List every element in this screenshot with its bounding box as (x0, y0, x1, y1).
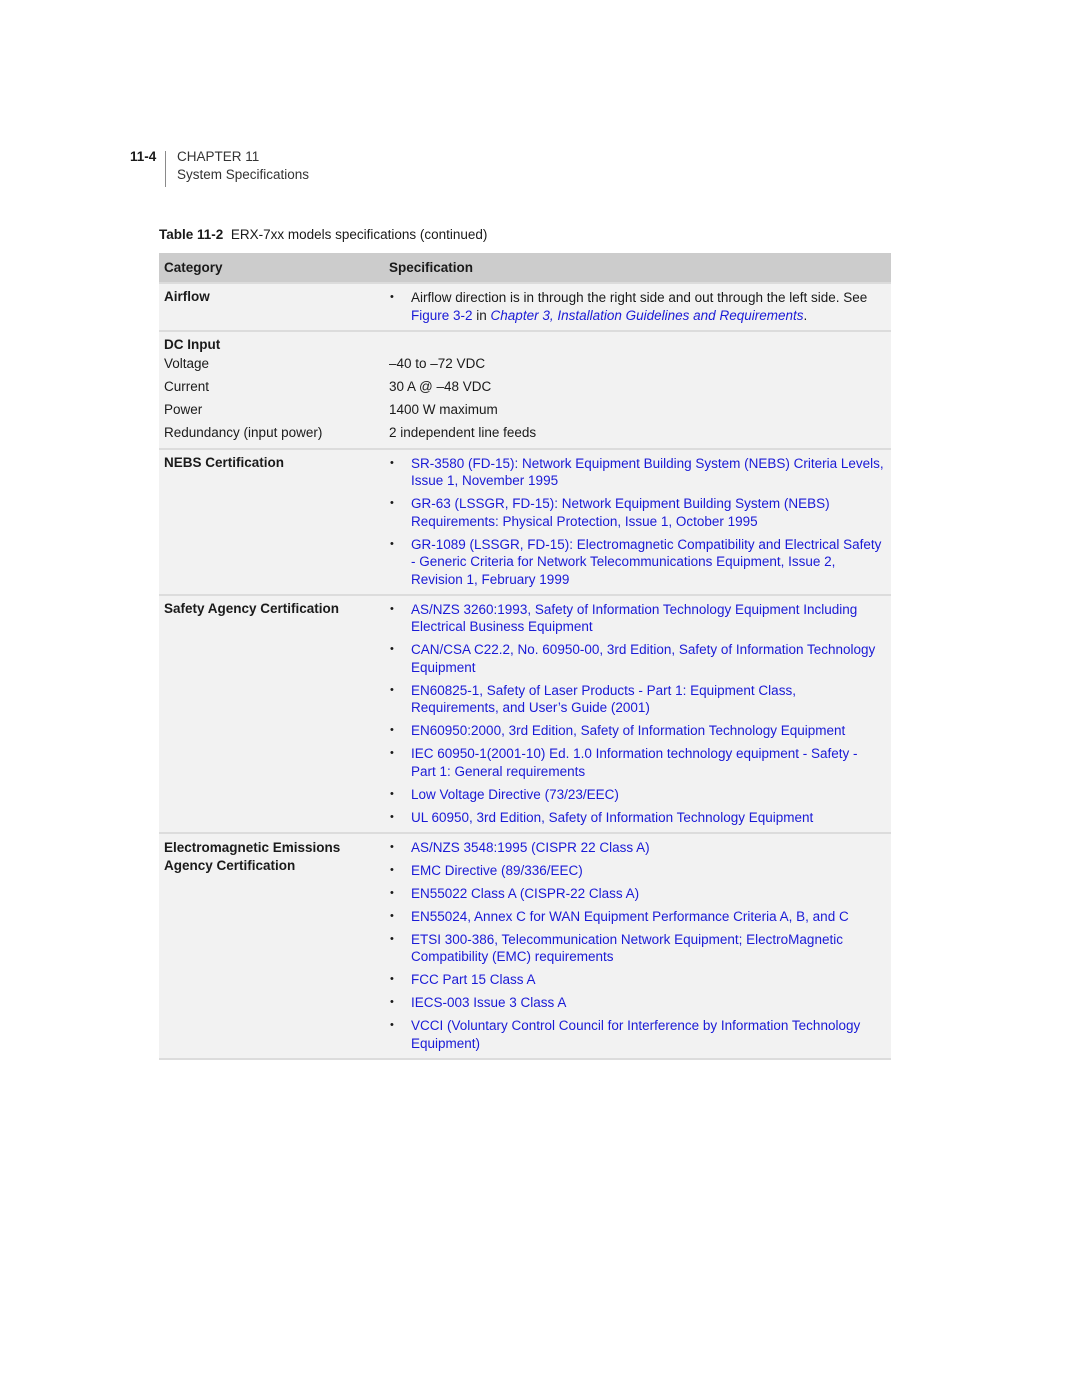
header-divider (165, 151, 166, 187)
list-item[interactable]: SR-3580 (FD-15): Network Equipment Build… (389, 455, 886, 490)
table-row-nebs: NEBS Certification SR-3580 (FD-15): Netw… (159, 448, 891, 596)
list-item[interactable]: Low Voltage Directive (73/23/EEC) (389, 786, 886, 804)
category-safety: Safety Agency Certification (159, 594, 384, 834)
category-emissions: Electromagnetic Emissions Agency Certifi… (159, 832, 384, 1060)
spec-value: 30 A @ –48 VDC (384, 374, 891, 398)
spec-label: Redundancy (input power) (159, 420, 384, 450)
category-dc-input: DC Input (159, 330, 384, 352)
running-head: 11-4 CHAPTER 11 System Specifications (130, 148, 310, 187)
list-item[interactable]: AS/NZS 3548:1995 (CISPR 22 Class A) (389, 839, 886, 857)
specifications-table: Category Specification Airflow Airflow d… (159, 253, 891, 1060)
page-number: 11-4 (130, 149, 157, 164)
table-row-safety: Safety Agency Certification AS/NZS 3260:… (159, 594, 891, 834)
list-item[interactable]: EMC Directive (89/336/EEC) (389, 862, 886, 880)
table-row-emissions: Electromagnetic Emissions Agency Certifi… (159, 832, 891, 1060)
spec-label: Voltage (159, 351, 384, 375)
list-item[interactable]: EN60950:2000, 3rd Edition, Safety of Inf… (389, 722, 886, 740)
list-item[interactable]: EN55022 Class A (CISPR-22 Class A) (389, 885, 886, 903)
spec-label: Current (159, 374, 384, 398)
category-nebs: NEBS Certification (159, 448, 384, 596)
list-item[interactable]: FCC Part 15 Class A (389, 971, 886, 989)
spec-label: Power (159, 397, 384, 421)
list-item[interactable]: EN55024, Annex C for WAN Equipment Perfo… (389, 908, 886, 926)
list-item[interactable]: IEC 60950-1(2001-10) Ed. 1.0 Information… (389, 745, 886, 780)
table-header-row: Category Specification (159, 253, 891, 284)
list-item[interactable]: CAN/CSA C22.2, No. 60950-00, 3rd Edition… (389, 641, 886, 676)
table-row: Power 1400 W maximum (159, 397, 891, 421)
table-row-dc-input: DC Input (159, 330, 891, 352)
column-header-specification: Specification (384, 253, 891, 284)
chapter-link[interactable]: Chapter 3, Installation Guidelines and R… (491, 308, 804, 323)
column-header-category: Category (159, 253, 384, 284)
table-number: Table 11-2 (159, 227, 224, 242)
spec-value: –40 to –72 VDC (384, 351, 891, 375)
list-item: Airflow direction is in through the righ… (389, 289, 886, 324)
spec-value: 2 independent line feeds (384, 420, 891, 450)
figure-link[interactable]: Figure 3-2 (411, 308, 473, 323)
list-item[interactable]: GR-1089 (LSSGR, FD-15): Electromagnetic … (389, 536, 886, 589)
table-title: ERX-7xx models specifications (continued… (230, 227, 488, 242)
spec-value: 1400 W maximum (384, 397, 891, 421)
list-item[interactable]: ETSI 300-386, Telecommunication Network … (389, 931, 886, 966)
list-item[interactable]: EN60825-1, Safety of Laser Products - Pa… (389, 682, 886, 717)
chapter-label: CHAPTER 11 (177, 149, 260, 164)
category-airflow: Airflow (159, 283, 384, 332)
table-row: Redundancy (input power) 2 independent l… (159, 420, 891, 450)
table-row-airflow: Airflow Airflow direction is in through … (159, 283, 891, 332)
list-item[interactable]: GR-63 (LSSGR, FD-15): Network Equipment … (389, 495, 886, 530)
list-item[interactable]: UL 60950, 3rd Edition, Safety of Informa… (389, 809, 886, 827)
table-caption: Table 11-2 ERX-7xx models specifications… (159, 227, 487, 242)
list-item[interactable]: IECS-003 Issue 3 Class A (389, 994, 886, 1012)
list-item[interactable]: AS/NZS 3260:1993, Safety of Information … (389, 601, 886, 636)
table-row: Current 30 A @ –48 VDC (159, 374, 891, 398)
list-item[interactable]: VCCI (Voluntary Control Council for Inte… (389, 1017, 886, 1052)
section-title: System Specifications (177, 167, 310, 182)
table-row: Voltage –40 to –72 VDC (159, 351, 891, 375)
